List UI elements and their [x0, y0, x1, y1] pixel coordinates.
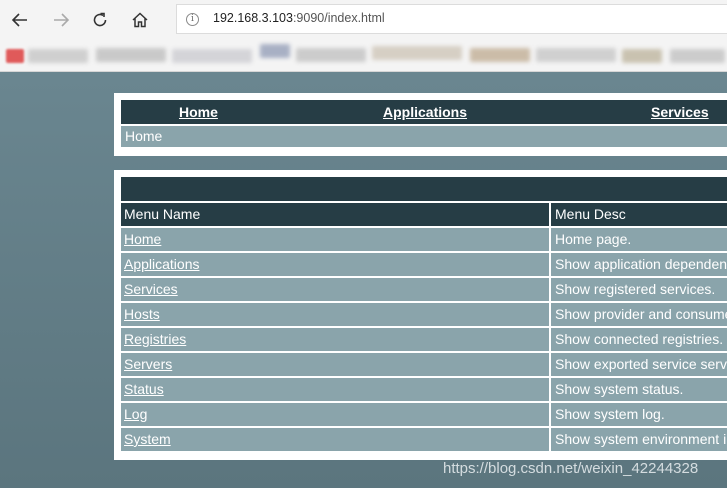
menu-desc-cell: Show provider and consumer hosts	[551, 303, 727, 326]
menu-desc-cell: Show system environment information.	[551, 428, 727, 451]
nav-panel: Home Applications Services Home	[114, 93, 727, 156]
table-header-row: Menu Name Menu Desc	[121, 203, 727, 226]
top-nav: Home Applications Services	[121, 100, 727, 124]
table-row: Servers Show exported service servers.	[121, 353, 727, 376]
page-content: Home Applications Services Home Menu Nam…	[0, 72, 727, 488]
table-row: Status Show system status.	[121, 378, 727, 401]
menu-desc-cell: Show system status.	[551, 378, 727, 401]
refresh-icon[interactable]	[88, 8, 112, 32]
menu-name-cell: Applications	[121, 253, 549, 276]
bookmark-item[interactable]	[260, 44, 290, 58]
menu-name-cell: Log	[121, 403, 549, 426]
menu-desc-cell: Show system log.	[551, 403, 727, 426]
menu-name-cell: Servers	[121, 353, 549, 376]
back-icon[interactable]	[8, 8, 32, 32]
table-row: System Show system environment informatio…	[121, 428, 727, 451]
menu-name-cell: System	[121, 428, 549, 451]
bookmark-item[interactable]	[28, 49, 88, 63]
bookmark-item[interactable]	[296, 48, 366, 62]
bookmarks-bar	[0, 38, 727, 72]
bookmark-item[interactable]	[372, 46, 462, 60]
table-title-bar	[121, 177, 727, 201]
address-bar[interactable]: i 192.168.3.103:9090/index.html	[176, 4, 727, 34]
table-row: Hosts Show provider and consumer hosts	[121, 303, 727, 326]
menu-panel: Menu Name Menu Desc Home Home page. Applic…	[114, 170, 727, 460]
header-menu-name: Menu Name	[121, 203, 549, 226]
bookmark-item[interactable]	[536, 48, 616, 62]
menu-name-cell: Services	[121, 278, 549, 301]
menu-table: Menu Name Menu Desc Home Home page. Applic…	[121, 203, 727, 451]
bookmark-item[interactable]	[622, 49, 662, 63]
nav-link-applications[interactable]: Applications	[383, 104, 467, 120]
table-row: Home Home page.	[121, 228, 727, 251]
menu-link-status[interactable]: Status	[124, 381, 164, 397]
forward-icon[interactable]	[49, 8, 73, 32]
table-row: Services Show registered services.	[121, 278, 727, 301]
breadcrumb: Home	[121, 126, 727, 147]
bookmark-item[interactable]	[172, 49, 252, 63]
nav-link-home[interactable]: Home	[179, 104, 218, 120]
menu-desc-cell: Show application dependencies.	[551, 253, 727, 276]
menu-link-hosts[interactable]: Hosts	[124, 306, 160, 322]
menu-link-services[interactable]: Services	[124, 281, 178, 297]
nav-link-services[interactable]: Services	[651, 104, 709, 120]
home-icon[interactable]	[128, 8, 152, 32]
table-row: Log Show system log.	[121, 403, 727, 426]
browser-toolbar: i 192.168.3.103:9090/index.html	[0, 0, 727, 38]
menu-desc-cell: Show exported service servers.	[551, 353, 727, 376]
info-icon[interactable]: i	[186, 13, 199, 26]
bookmark-item[interactable]	[96, 48, 166, 62]
menu-link-home[interactable]: Home	[124, 231, 161, 247]
menu-link-log[interactable]: Log	[124, 406, 147, 422]
bookmark-item[interactable]	[470, 48, 530, 62]
menu-desc-cell: Show registered services.	[551, 278, 727, 301]
bookmark-favicon	[6, 49, 24, 63]
menu-desc-cell: Home page.	[551, 228, 727, 251]
header-menu-desc: Menu Desc	[551, 203, 727, 226]
watermark: https://blog.csdn.net/weixin_42244328	[443, 460, 699, 477]
menu-name-cell: Home	[121, 228, 549, 251]
menu-link-applications[interactable]: Applications	[124, 256, 200, 272]
table-row: Applications Show application dependencie…	[121, 253, 727, 276]
url-text[interactable]: 192.168.3.103:9090/index.html	[213, 11, 385, 25]
menu-desc-cell: Show connected registries.	[551, 328, 727, 351]
menu-name-cell: Status	[121, 378, 549, 401]
menu-link-servers[interactable]: Servers	[124, 356, 172, 372]
bookmark-item[interactable]	[670, 49, 725, 63]
menu-link-registries[interactable]: Registries	[124, 331, 186, 347]
menu-name-cell: Hosts	[121, 303, 549, 326]
table-row: Registries Show connected registries.	[121, 328, 727, 351]
menu-link-system[interactable]: System	[124, 431, 171, 447]
menu-name-cell: Registries	[121, 328, 549, 351]
